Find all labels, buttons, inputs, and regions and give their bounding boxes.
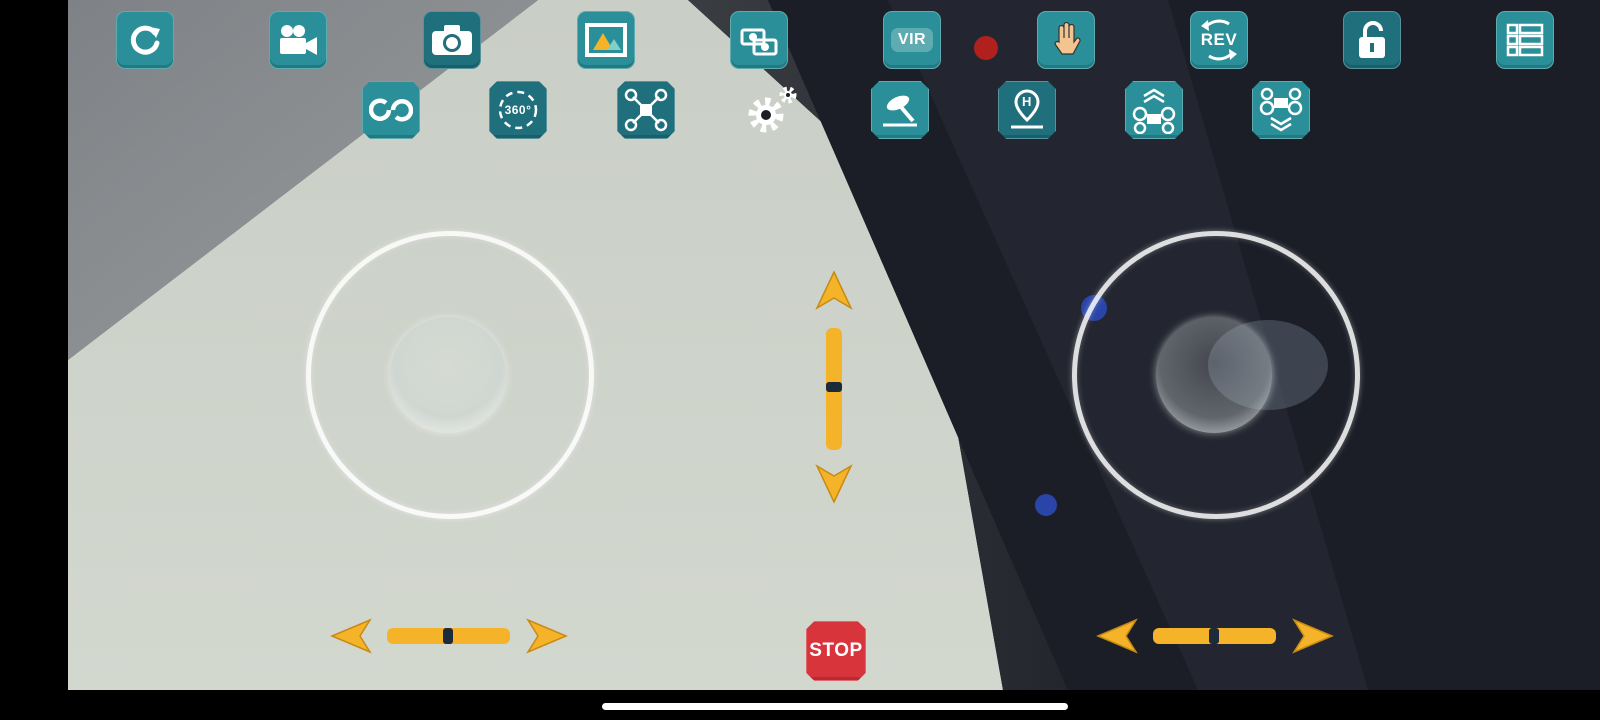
home-indicator[interactable]	[602, 703, 1068, 710]
left-joystick-knob[interactable]	[390, 317, 506, 433]
photo-camera-icon[interactable]	[423, 11, 481, 69]
vertical-trim-handle[interactable]	[826, 382, 842, 392]
video-camera-icon[interactable]	[269, 11, 327, 69]
right-joystick-knob[interactable]	[1156, 317, 1272, 433]
trim-down-arrow[interactable]	[815, 464, 853, 504]
right-trim-left-arrow[interactable]	[1096, 618, 1138, 654]
right-horizontal-trim-handle[interactable]	[1209, 628, 1219, 644]
takeoff-icon[interactable]	[1125, 81, 1183, 139]
stop-label: STOP	[809, 640, 863, 661]
headless-mode-icon[interactable]	[617, 81, 675, 139]
vr-label: VIR	[897, 31, 927, 48]
gesture-hand-icon[interactable]	[1037, 11, 1095, 69]
settings-icon[interactable]	[744, 81, 800, 137]
trim-up-arrow[interactable]	[815, 270, 853, 310]
left-horizontal-trim-handle[interactable]	[443, 628, 453, 644]
return-home-label: H	[1022, 94, 1032, 109]
rotate-360-label: 360°	[504, 103, 532, 117]
stop-button[interactable]: STOP	[806, 621, 866, 681]
gallery-icon[interactable]	[577, 11, 635, 69]
land-icon[interactable]	[1252, 81, 1310, 139]
calibrate-gyro-icon[interactable]	[871, 81, 929, 139]
lock-icon[interactable]	[1343, 11, 1401, 69]
return-home-icon[interactable]: H	[998, 81, 1056, 139]
left-trim-left-arrow[interactable]	[330, 618, 372, 654]
reverse-button[interactable]: REV	[1190, 11, 1248, 69]
left-trim-right-arrow[interactable]	[526, 618, 568, 654]
rotate-360-icon[interactable]: 360°	[489, 81, 547, 139]
right-trim-right-arrow[interactable]	[1292, 618, 1334, 654]
menu-list-icon[interactable]	[1496, 11, 1554, 69]
camera-switch-icon[interactable]	[730, 11, 788, 69]
loop-icon[interactable]	[362, 81, 420, 139]
rotate-icon[interactable]	[116, 11, 174, 69]
vr-button[interactable]: VIR	[883, 11, 941, 69]
